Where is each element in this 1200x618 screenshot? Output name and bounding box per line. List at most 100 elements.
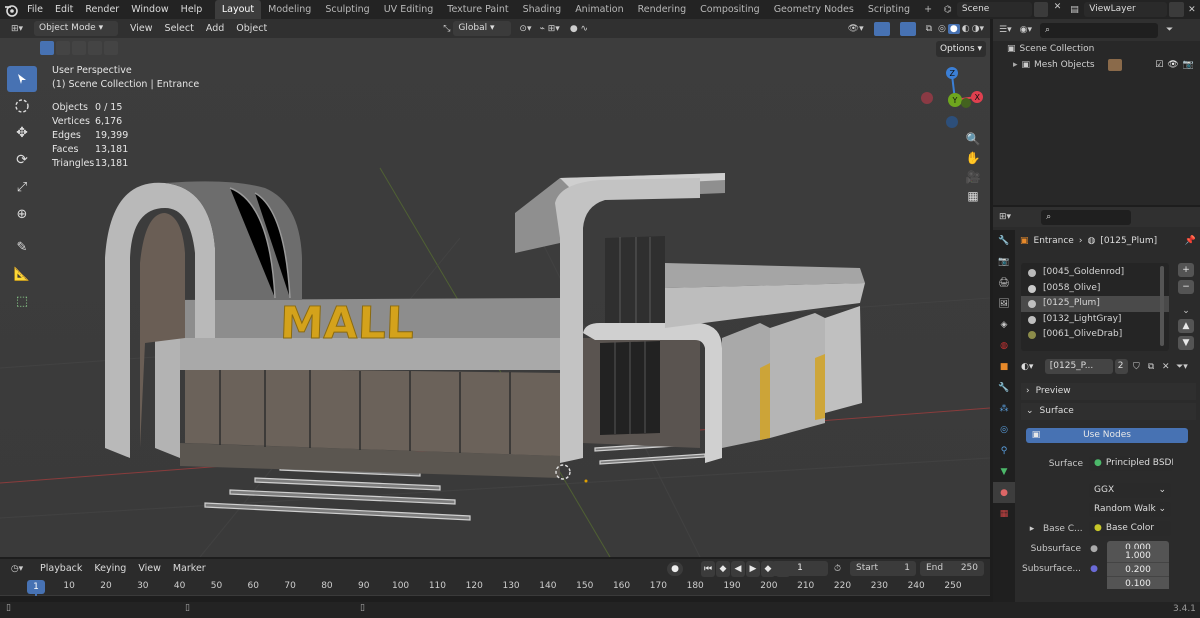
jump-start-icon[interactable]: ⏮	[701, 560, 715, 577]
auto-keying-icon[interactable]: ●	[667, 561, 683, 576]
zoom-icon[interactable]: 🔍	[966, 132, 981, 146]
tab-scripting[interactable]: Scripting	[861, 0, 917, 19]
duplicate-material-icon[interactable]: ⧉	[1145, 362, 1158, 372]
render-tab-icon[interactable]: 📷	[993, 251, 1015, 272]
material-slot-item[interactable]: [0132_LightGray]	[1021, 312, 1169, 328]
pan-hand-icon[interactable]: ✋	[966, 151, 981, 165]
timeline-menu-keying[interactable]: Keying	[88, 559, 132, 578]
viewport-menu-view[interactable]: View	[124, 19, 159, 38]
new-view-layer-button[interactable]	[1169, 2, 1184, 17]
snap-icon[interactable]: ⌁ ⊞▾	[539, 24, 559, 34]
frame-ruler[interactable]: 1 10 20 30 40 50 60 70 80 90 100 110 120 130 140 150 160…	[0, 578, 990, 596]
link-type-icon[interactable]: ⏷▾	[1176, 362, 1196, 372]
pivot-icon[interactable]: ⊙▾	[519, 24, 531, 34]
tab-layout[interactable]: Layout	[214, 0, 262, 19]
browse-material-icon[interactable]: ◐▾	[1021, 362, 1043, 372]
play-icon[interactable]: ▶	[746, 560, 760, 577]
material-slot-item[interactable]: [0061_OliveDrab]	[1021, 327, 1169, 343]
tab-sculpting[interactable]: Sculpting	[318, 0, 376, 19]
viewport-menu-add[interactable]: Add	[200, 19, 230, 38]
expand-arrow-icon[interactable]: ▸	[1013, 57, 1018, 73]
prev-keyframe-icon[interactable]: ◆	[716, 560, 730, 577]
timeline-menu-playback[interactable]: Playback	[34, 559, 88, 578]
solid-shading-icon[interactable]: ●	[947, 23, 960, 34]
scene-selector[interactable]: Scene	[956, 2, 1032, 17]
add-workspace-button[interactable]: +	[917, 0, 939, 19]
new-scene-button[interactable]	[1033, 2, 1049, 17]
tab-shading[interactable]: Shading	[516, 0, 569, 19]
menu-help[interactable]: Help	[175, 0, 209, 19]
texture-tab-icon[interactable]: ▦	[993, 503, 1015, 524]
outliner-search-input[interactable]: ⌕	[1039, 22, 1158, 38]
measure-tool-icon[interactable]: 📐	[7, 261, 37, 287]
menu-edit[interactable]: Edit	[49, 0, 79, 19]
overlay-toggle-icon[interactable]	[899, 21, 916, 36]
visibility-icon[interactable]: 👁▾	[848, 24, 864, 34]
material-shading-icon[interactable]: ◐	[962, 24, 970, 34]
preview-panel-header[interactable]: › Preview	[1021, 383, 1196, 400]
camera-view-icon[interactable]: 🎥	[966, 170, 981, 184]
slot-specials-icon[interactable]: ⌄	[1178, 306, 1194, 316]
timeline-menu-marker[interactable]: Marker	[167, 559, 212, 578]
menu-window[interactable]: Window	[125, 0, 174, 19]
scene-icon[interactable]: ⌬	[939, 5, 957, 15]
select-subtract-icon[interactable]	[72, 41, 86, 55]
select-new-icon[interactable]	[40, 41, 54, 55]
remove-slot-button[interactable]: −	[1178, 280, 1194, 294]
tab-modeling[interactable]: Modeling	[261, 0, 318, 19]
particles-tab-icon[interactable]: ⁂	[993, 398, 1015, 419]
select-invert-icon[interactable]	[88, 41, 102, 55]
viewport-menu-select[interactable]: Select	[159, 19, 200, 38]
remove-view-layer-icon[interactable]: ✕	[1184, 5, 1200, 15]
data-tab-icon[interactable]: ▼	[993, 461, 1015, 482]
play-reverse-icon[interactable]: ◀	[731, 560, 745, 577]
outliner-editor-type-icon[interactable]: ☰▾	[999, 25, 1012, 35]
pin-icon[interactable]: 📌	[1185, 236, 1196, 246]
surface-shader-field[interactable]: ● Principled BSDF	[1089, 456, 1173, 471]
properties-editor-type-icon[interactable]: ⊞▾	[999, 212, 1011, 222]
material-name-field[interactable]: [0125_P...	[1044, 359, 1113, 374]
options-button[interactable]: Options ▾	[936, 41, 986, 57]
radius-z-field[interactable]: 0.100	[1107, 576, 1169, 589]
remove-scene-icon[interactable]: ✕	[1050, 2, 1065, 17]
constraints-tab-icon[interactable]: ⚲	[993, 440, 1015, 461]
radius-y-field[interactable]: 0.200	[1107, 562, 1169, 577]
world-tab-icon[interactable]: ◍	[993, 335, 1015, 356]
user-count[interactable]: 2	[1114, 359, 1128, 374]
surface-panel-header[interactable]: ⌄ Surface	[1021, 403, 1196, 420]
select-extend-icon[interactable]	[56, 41, 70, 55]
cursor-tool-icon[interactable]	[7, 93, 37, 119]
add-slot-button[interactable]: +	[1178, 263, 1194, 277]
blender-icon[interactable]	[0, 3, 21, 17]
preview-range-clock-icon[interactable]: ⏱	[834, 564, 841, 574]
use-nodes-button[interactable]: ▣ Use Nodes	[1026, 428, 1188, 443]
move-down-button[interactable]: ▼	[1178, 336, 1194, 350]
physics-tab-icon[interactable]: ◎	[993, 419, 1015, 440]
modifier-tab-icon[interactable]: 🔧	[993, 377, 1015, 398]
display-mode-icon[interactable]: ◉▾	[1020, 25, 1032, 35]
end-frame-field[interactable]: End 250	[920, 561, 984, 576]
3d-viewport[interactable]: MALL Options ▾ User Perspective (1) Scen…	[0, 38, 990, 557]
tab-animation[interactable]: Animation	[568, 0, 630, 19]
view-layer-selector[interactable]: ViewLayer	[1084, 2, 1168, 17]
gizmo-toggle-icon[interactable]	[873, 21, 890, 36]
proportional-edit-icon[interactable]: ● ∿	[570, 24, 588, 34]
select-intersect-icon[interactable]	[104, 41, 118, 55]
hide-eye-icon[interactable]: 👁	[1167, 57, 1178, 73]
wireframe-shading-icon[interactable]: ◎	[938, 24, 946, 34]
distribution-dropdown[interactable]: GGX ⌄	[1089, 483, 1171, 498]
tab-rendering[interactable]: Rendering	[631, 0, 694, 19]
material-list-scrollbar[interactable]	[1160, 266, 1164, 346]
tab-texture-paint[interactable]: Texture Paint	[440, 0, 515, 19]
material-slot-item[interactable]: [0125_Plum]	[1021, 296, 1169, 312]
rotate-tool-icon[interactable]: ⟳	[7, 147, 37, 173]
radius-x-field[interactable]: 1.000	[1107, 548, 1169, 563]
current-frame-indicator[interactable]: 1	[27, 580, 45, 594]
output-tab-icon[interactable]: 🖨	[993, 272, 1015, 293]
editor-type-icon[interactable]: ⊞▾	[0, 24, 34, 34]
current-frame-field[interactable]: 1	[772, 561, 828, 576]
tool-tab-icon[interactable]: 🔧	[993, 230, 1015, 251]
timeline-menu-view[interactable]: View	[132, 559, 167, 578]
xray-icon[interactable]: ⧉	[926, 24, 932, 34]
camera-render-icon[interactable]: 📷	[1183, 57, 1194, 73]
